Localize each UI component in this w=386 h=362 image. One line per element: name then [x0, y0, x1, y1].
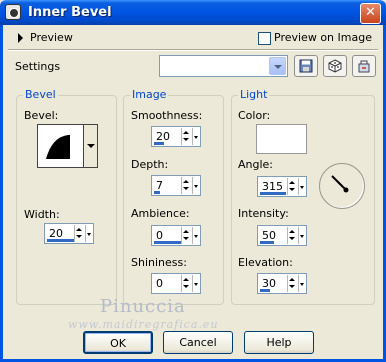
depth-dropdown[interactable]: [192, 177, 199, 194]
intensity-slider-bar: [260, 241, 274, 244]
close-button[interactable]: ✕: [360, 3, 381, 24]
dice-icon: [328, 59, 342, 73]
ambience-slider-bar: [154, 241, 182, 244]
smoothness-spinner[interactable]: [181, 128, 191, 145]
elevation-dropdown[interactable]: [298, 275, 305, 292]
bevel-shape-dropdown[interactable]: [84, 124, 98, 168]
save-preset-button[interactable]: [294, 55, 318, 77]
separator: [8, 49, 378, 51]
depth-spinner[interactable]: [181, 177, 191, 194]
smoothness-slider-bar: [154, 142, 164, 145]
preview-on-image-checkbox[interactable]: [258, 32, 271, 45]
angle-dial-needle-icon: [331, 175, 349, 193]
app-icon: [5, 4, 21, 20]
ambience-dropdown[interactable]: [192, 227, 199, 244]
bevel-shape-preview[interactable]: [37, 124, 84, 168]
cancel-button[interactable]: Cancel: [163, 331, 233, 354]
width-spinner[interactable]: [74, 225, 84, 242]
ambience-field[interactable]: 0: [151, 225, 201, 246]
chevron-down-icon[interactable]: [269, 57, 286, 75]
floppy-disk-icon: [299, 59, 313, 73]
width-dropdown[interactable]: [85, 225, 92, 242]
image-group-title: Image: [130, 88, 169, 101]
bevel-shape-icon: [46, 135, 70, 159]
randomize-button[interactable]: [323, 55, 347, 77]
intensity-dropdown[interactable]: [298, 227, 305, 244]
angle-label: Angle:: [238, 158, 274, 171]
depth-label: Depth:: [131, 158, 169, 171]
elevation-field[interactable]: 30: [257, 273, 307, 294]
shininess-dropdown[interactable]: [192, 275, 199, 292]
shininess-field[interactable]: 0: [151, 273, 201, 294]
preview-toggle-label[interactable]: Preview: [30, 31, 73, 44]
smoothness-field[interactable]: 20: [151, 126, 201, 147]
elevation-slider-bar: [260, 289, 270, 292]
bevel-group-title: Bevel: [23, 88, 58, 101]
bevel-label: Bevel:: [24, 109, 59, 122]
settings-combo[interactable]: [159, 55, 288, 77]
light-color-swatch[interactable]: [256, 124, 307, 154]
reset-button[interactable]: [352, 55, 376, 77]
smoothness-dropdown[interactable]: [192, 128, 199, 145]
ambience-label: Ambience:: [131, 207, 190, 220]
shininess-value: 0: [156, 277, 163, 290]
angle-dropdown[interactable]: [298, 178, 305, 195]
ok-button[interactable]: OK: [83, 331, 153, 354]
title-bar: Inner Bevel ✕: [0, 0, 386, 25]
depth-field[interactable]: 7: [151, 175, 201, 196]
width-field[interactable]: 20: [44, 223, 94, 244]
settings-label: Settings: [15, 60, 61, 73]
depth-slider-bar: [154, 191, 160, 194]
shininess-spinner[interactable]: [181, 275, 191, 292]
elevation-label: Elevation:: [238, 256, 293, 269]
shininess-label: Shininess:: [131, 256, 187, 269]
help-button[interactable]: Help: [244, 331, 314, 354]
expand-arrow-icon[interactable]: [18, 33, 23, 43]
angle-spinner[interactable]: [287, 178, 297, 195]
window-title: Inner Bevel: [28, 5, 112, 20]
preview-on-image-label[interactable]: Preview on Image: [274, 31, 372, 44]
intensity-spinner[interactable]: [287, 227, 297, 244]
intensity-field[interactable]: 50: [257, 225, 307, 246]
intensity-label: Intensity:: [238, 207, 289, 220]
light-group-title: Light: [238, 88, 270, 101]
width-slider-bar: [47, 239, 75, 242]
watermark-name: Pinuccia: [100, 296, 186, 317]
elevation-spinner[interactable]: [287, 275, 297, 292]
angle-slider-bar: [260, 192, 286, 195]
reset-icon: [358, 60, 370, 73]
angle-dial[interactable]: [319, 163, 365, 209]
angle-field[interactable]: 315: [257, 176, 307, 197]
color-label: Color:: [238, 109, 271, 122]
smoothness-label: Smoothness:: [131, 109, 203, 122]
width-label: Width:: [24, 208, 60, 221]
watermark-url: www.maidiregrafica.eu: [68, 318, 219, 331]
ambience-spinner[interactable]: [181, 227, 191, 244]
